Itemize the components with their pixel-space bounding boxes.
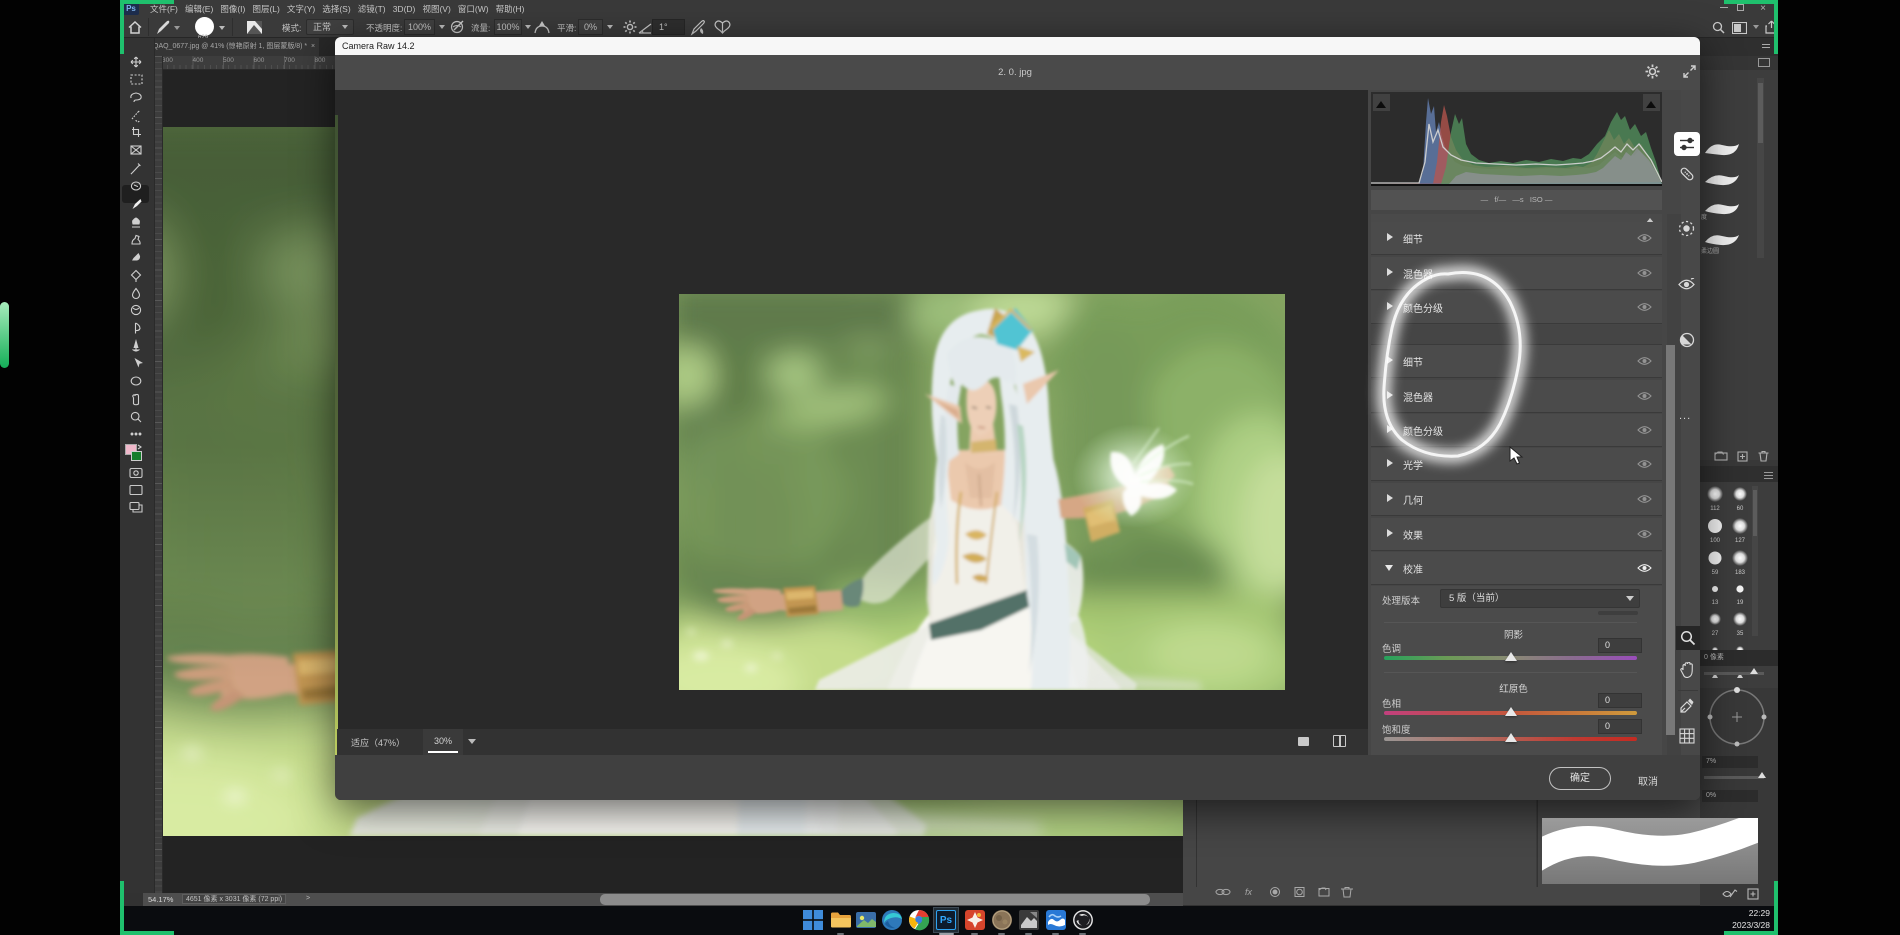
svg-text:fx: fx (1245, 887, 1253, 897)
svg-text:59: 59 (1712, 570, 1719, 576)
svg-text:127: 127 (1735, 538, 1746, 544)
svg-text:19: 19 (1737, 600, 1744, 606)
svg-text:13: 13 (1712, 600, 1719, 606)
svg-text:60: 60 (1737, 506, 1744, 512)
svg-text:183: 183 (1735, 570, 1746, 576)
svg-text:35: 35 (1737, 631, 1744, 637)
svg-text:112: 112 (1710, 506, 1720, 512)
svg-text:27: 27 (1712, 631, 1719, 637)
svg-text:100: 100 (1710, 538, 1721, 544)
